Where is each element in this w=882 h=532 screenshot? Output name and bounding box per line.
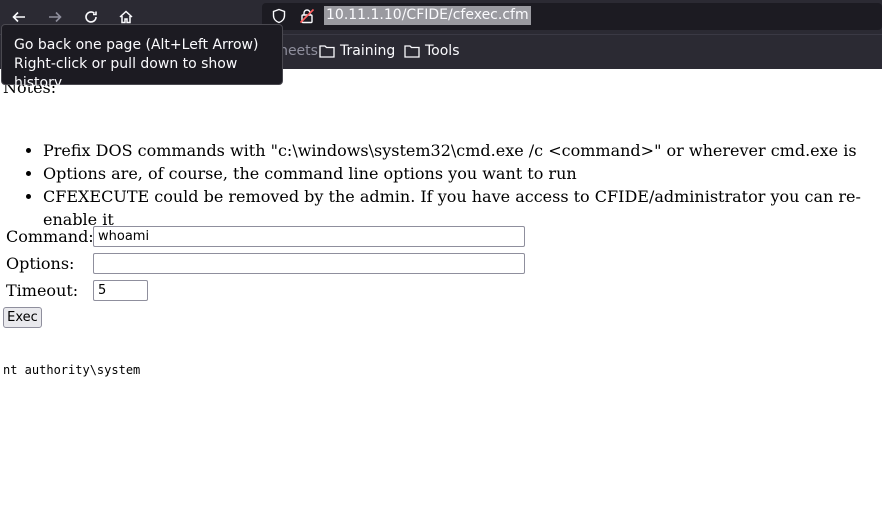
- url-text[interactable]: 10.11.1.10/CFIDE/cfexec.cfm: [324, 6, 531, 25]
- folder-icon: [404, 45, 420, 58]
- bookmark-training[interactable]: Training: [319, 43, 395, 59]
- home-icon: [119, 10, 133, 24]
- bookmark-label: Training: [340, 43, 396, 59]
- shield-icon[interactable]: [271, 8, 287, 24]
- timeout-label: Timeout:: [6, 281, 79, 300]
- tooltip-line-1: Go back one page (Alt+Left Arrow): [14, 37, 259, 53]
- url-bar[interactable]: 10.11.1.10/CFIDE/cfexec.cfm: [262, 3, 882, 30]
- timeout-input[interactable]: [93, 280, 148, 301]
- notes-list-item: Options are, of course, the command line…: [43, 162, 882, 185]
- command-output: nt authority\system: [3, 363, 141, 377]
- tooltip-line-2: Right-click or pull down to show history: [14, 56, 238, 91]
- command-label: Command:: [6, 227, 94, 246]
- exec-button[interactable]: Exec: [3, 307, 42, 328]
- command-input[interactable]: [93, 226, 525, 247]
- arrow-left-icon: [12, 11, 25, 23]
- notes-list: Prefix DOS commands with "c:\windows\sys…: [0, 139, 882, 231]
- reload-icon: [85, 11, 97, 23]
- folder-icon: [319, 45, 335, 58]
- bookmark-label: Tools: [425, 43, 460, 59]
- notes-list-item: CFEXECUTE could be removed by the admin.…: [43, 185, 882, 231]
- options-label: Options:: [6, 254, 75, 273]
- back-button-tooltip: Go back one page (Alt+Left Arrow) Right-…: [1, 24, 283, 91]
- options-input[interactable]: [93, 253, 525, 274]
- bookmark-tools[interactable]: Tools: [404, 43, 460, 59]
- arrow-right-icon: [49, 11, 62, 23]
- insecure-lock-icon[interactable]: [299, 8, 315, 24]
- notes-list-item: Prefix DOS commands with "c:\windows\sys…: [43, 139, 882, 162]
